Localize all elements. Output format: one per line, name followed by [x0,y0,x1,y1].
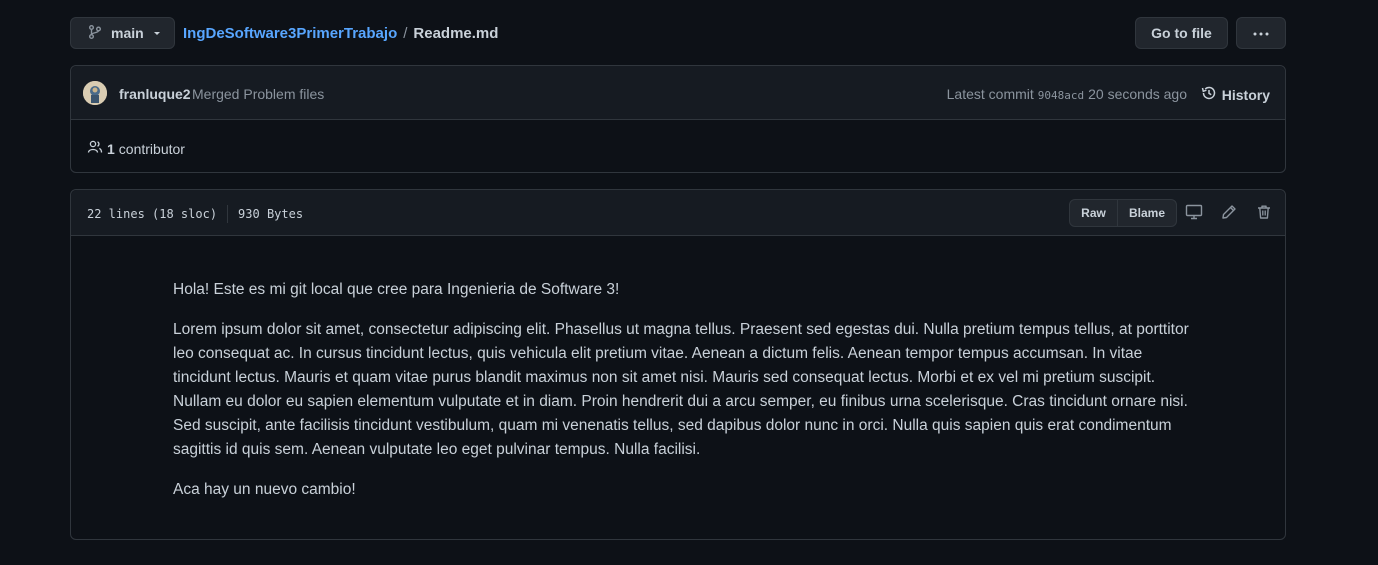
raw-button[interactable]: Raw [1070,200,1118,226]
go-to-file-button[interactable]: Go to file [1135,17,1228,49]
avatar[interactable] [83,81,107,105]
file-header: 22 lines (18 sloc) 930 Bytes Raw Blame [71,190,1285,236]
contributor-count: 1 [107,140,115,157]
file-viewer: 22 lines (18 sloc) 930 Bytes Raw Blame H… [70,189,1286,540]
trash-icon[interactable] [1255,203,1273,221]
latest-commit-label: Latest commit [946,86,1034,102]
branch-select-button[interactable]: main [70,17,175,49]
readme-paragraph: Aca hay un nuevo cambio! [173,481,356,498]
kebab-horizontal-icon [1252,24,1270,42]
commit-time: 20 seconds ago [1088,86,1187,102]
file-info: 22 lines (18 sloc) 930 Bytes [87,205,303,223]
contributor-label: contributor [118,140,185,157]
breadcrumb-separator: / [403,24,408,42]
commit-sha-link[interactable]: 9048acd [1038,89,1084,102]
breadcrumb-file: Readme.md [413,24,499,42]
file-navigation: main IngDeSoftware3PrimerTrabajo / Readm… [70,17,1286,49]
chevron-down-icon [152,25,162,41]
commit-message-link[interactable]: Merged Problem files [192,86,324,102]
file-size: 930 Bytes [238,207,304,221]
history-link[interactable]: History [1201,85,1270,104]
more-options-button[interactable] [1236,17,1286,49]
git-branch-icon [87,24,103,43]
latest-commit-row: franluque2 Merged Problem files Latest c… [71,66,1285,120]
history-icon [1201,85,1217,104]
desktop-icon[interactable] [1185,203,1203,221]
latest-commit-info: Latest commit 9048acd 20 seconds ago [947,86,1187,102]
branch-name: main [111,25,144,41]
pencil-icon[interactable] [1220,203,1238,221]
people-icon [87,139,103,158]
blame-button[interactable]: Blame [1118,200,1176,226]
contributors-link[interactable]: 1 contributor [87,139,185,158]
history-label: History [1221,86,1270,103]
commit-info-box: franluque2 Merged Problem files Latest c… [70,65,1286,173]
commit-author-link[interactable]: franluque2 [119,86,191,102]
readme-content: Hola! Este es mi git local que cree para… [173,278,1193,518]
file-info-divider [227,205,229,223]
file-lines: 22 lines (18 sloc) [87,207,218,221]
breadcrumb-repo-link[interactable]: IngDeSoftware3PrimerTrabajo [183,25,397,42]
readme-paragraph: Hola! Este es mi git local que cree para… [173,281,620,298]
raw-blame-group: Raw Blame [1069,199,1177,227]
readme-paragraph: Lorem ipsum dolor sit amet, consectetur … [173,321,1189,458]
breadcrumb: IngDeSoftware3PrimerTrabajo / Readme.md [183,17,498,49]
